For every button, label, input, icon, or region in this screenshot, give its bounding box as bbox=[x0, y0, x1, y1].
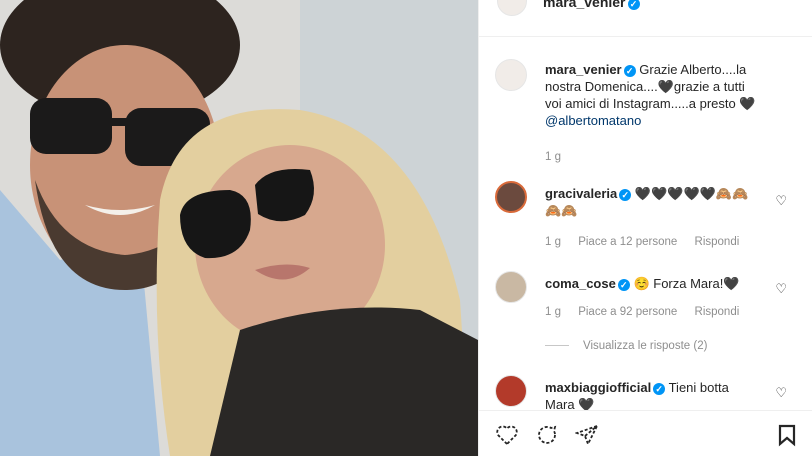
comment-likes[interactable]: Piace a 92 persone bbox=[578, 306, 677, 318]
verified-badge-icon: ✓ bbox=[617, 279, 630, 291]
comment-reply-button[interactable]: Rispondi bbox=[695, 306, 740, 318]
bookmark-icon[interactable] bbox=[775, 423, 799, 447]
heart-outline-icon[interactable]: ♡ bbox=[775, 281, 787, 297]
comment-time[interactable]: 1 g bbox=[545, 306, 561, 318]
heart-outline-icon[interactable] bbox=[495, 423, 519, 447]
verified-badge-icon: ✓ bbox=[627, 0, 640, 10]
author-username[interactable]: mara_venier ✓ bbox=[543, 0, 640, 10]
commenter-avatar[interactable] bbox=[495, 375, 527, 407]
commenter-avatar[interactable] bbox=[495, 181, 527, 213]
comment-body: coma_cose ✓ ☺️ Forza Mara!🖤 bbox=[545, 275, 765, 292]
comment-username[interactable]: coma_cose bbox=[545, 276, 616, 291]
caption-mention[interactable]: @albertomatano bbox=[545, 113, 641, 128]
commenter-avatar[interactable] bbox=[495, 271, 527, 303]
comment-body: gracivaleria ✓ 🖤🖤🖤🖤🖤🙈🙈🙈🙈 bbox=[545, 185, 755, 219]
author-avatar[interactable] bbox=[497, 0, 527, 16]
comment-body: maxbiaggiofficial ✓ Tieni botta Mara 🖤 bbox=[545, 379, 745, 410]
replies-divider bbox=[545, 345, 569, 347]
caption-username[interactable]: mara_venier bbox=[545, 62, 622, 77]
post-photo[interactable] bbox=[0, 0, 478, 456]
verified-badge-icon: ✓ bbox=[619, 189, 632, 201]
caption-avatar[interactable] bbox=[495, 59, 527, 91]
send-icon[interactable] bbox=[575, 423, 599, 447]
post-side-panel: mara_venier ✓ mara_venier ✓ Grazie Alberto… bbox=[478, 0, 812, 456]
caption-meta: 1 g bbox=[545, 151, 575, 163]
post-header: mara_venier ✓ bbox=[479, 0, 812, 37]
view-replies-label[interactable]: Visualizza le risposte (2) bbox=[583, 340, 707, 352]
caption-body: mara_venier ✓ Grazie Alberto....la nostra… bbox=[545, 61, 760, 129]
comment-likes[interactable]: Piace a 12 persone bbox=[578, 236, 677, 248]
verified-badge-icon: ✓ bbox=[653, 383, 666, 395]
comments-list[interactable]: mara_venier ✓ Grazie Alberto....la nostra… bbox=[479, 37, 812, 410]
view-replies-button[interactable]: Visualizza le risposte (2) bbox=[545, 340, 707, 352]
heart-outline-icon[interactable]: ♡ bbox=[775, 193, 787, 209]
comment-meta: 1 g Piace a 92 persone Rispondi bbox=[545, 306, 753, 318]
comment-reply-button[interactable]: Rispondi bbox=[695, 236, 740, 248]
selfie-image bbox=[0, 0, 478, 456]
comment-icon[interactable] bbox=[535, 423, 559, 447]
verified-badge-icon: ✓ bbox=[623, 65, 636, 77]
comment-username[interactable]: maxbiaggiofficial bbox=[545, 380, 651, 395]
author-username-text[interactable]: mara_venier bbox=[543, 0, 626, 10]
comment-username[interactable]: gracivaleria bbox=[545, 186, 617, 201]
post-actions-bar bbox=[479, 410, 812, 457]
comment-text: ☺️ Forza Mara!🖤 bbox=[633, 276, 740, 291]
comment-time[interactable]: 1 g bbox=[545, 236, 561, 248]
heart-outline-icon[interactable]: ♡ bbox=[775, 385, 787, 401]
caption-time[interactable]: 1 g bbox=[545, 151, 561, 163]
comment-meta: 1 g Piace a 12 persone Rispondi bbox=[545, 236, 753, 248]
